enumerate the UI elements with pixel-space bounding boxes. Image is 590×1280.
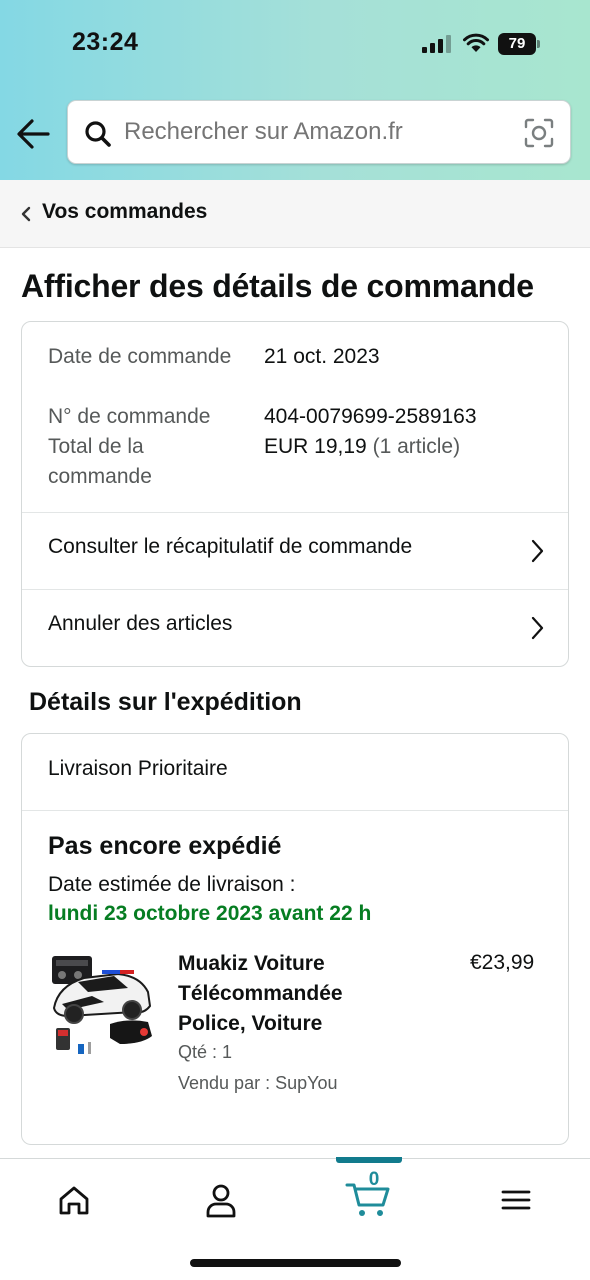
breadcrumb-label[interactable]: Vos commandes (42, 200, 207, 224)
active-tab-indicator (336, 1157, 402, 1163)
chevron-left-icon (21, 206, 31, 222)
order-summary-card: Date de commande 21 oct. 2023 N° de comm… (21, 321, 569, 667)
estimated-delivery-date: lundi 23 octobre 2023 avant 22 h (48, 902, 372, 925)
chevron-right-icon (531, 616, 544, 640)
view-order-summary-link[interactable]: Consulter le récapitulatif de commande (22, 513, 568, 589)
cancel-items-label: Annuler des articles (48, 612, 233, 635)
top-header: 23:24 79 (0, 0, 590, 180)
order-number-label: N° de commande (48, 405, 211, 428)
menu-icon[interactable] (491, 1177, 541, 1223)
product-quantity: Qté : 1 (178, 1042, 233, 1062)
battery-level: 79 (498, 33, 536, 55)
back-arrow-icon[interactable] (14, 116, 52, 152)
order-date-label: Date de commande (48, 345, 232, 368)
breadcrumb[interactable]: Vos commandes (0, 180, 590, 248)
chevron-right-icon (531, 539, 544, 563)
search-bar[interactable] (67, 100, 571, 164)
order-total-value: EUR 19,19 (264, 435, 367, 458)
search-icon (85, 121, 111, 147)
order-item-count: (1 article) (372, 435, 461, 458)
shipping-section-title: Détails sur l'expédition (29, 688, 302, 716)
product-seller: Vendu par : SupYou (178, 1073, 338, 1093)
shipment-status: Pas encore expédié (48, 832, 282, 860)
view-order-summary-label: Consulter le récapitulatif de commande (48, 535, 413, 558)
status-time: 23:24 (72, 28, 139, 56)
wifi-icon (463, 33, 489, 52)
cart-count-badge: 0 (368, 1169, 380, 1190)
camera-search-icon[interactable] (524, 118, 554, 148)
cellular-signal-icon (422, 35, 451, 53)
battery-icon: 79 (498, 33, 542, 55)
page-title: Afficher des détails de commande (21, 268, 534, 304)
bottom-navigation: 0 (0, 1157, 590, 1280)
product-price: €23,99 (470, 951, 535, 974)
account-icon[interactable] (196, 1177, 246, 1223)
estimated-delivery-label: Date estimée de livraison : (48, 873, 296, 896)
shipment-card: Livraison Prioritaire Pas encore expédié… (21, 733, 569, 1145)
product-image[interactable] (48, 948, 156, 1058)
cancel-items-link[interactable]: Annuler des articles (22, 590, 568, 666)
home-icon[interactable] (49, 1177, 99, 1223)
shipping-method: Livraison Prioritaire (48, 757, 228, 780)
product-title[interactable]: Muakiz Voiture Télécommandée Police, Voi… (178, 949, 388, 1039)
order-total-label: Total de la commande (48, 435, 152, 488)
order-total: EUR 19,19 (1 article) (264, 432, 460, 462)
order-date-value: 21 oct. 2023 (264, 345, 380, 368)
home-indicator[interactable] (190, 1259, 401, 1267)
search-input[interactable] (124, 101, 504, 163)
order-number-value: 404-0079699-2589163 (264, 405, 477, 428)
